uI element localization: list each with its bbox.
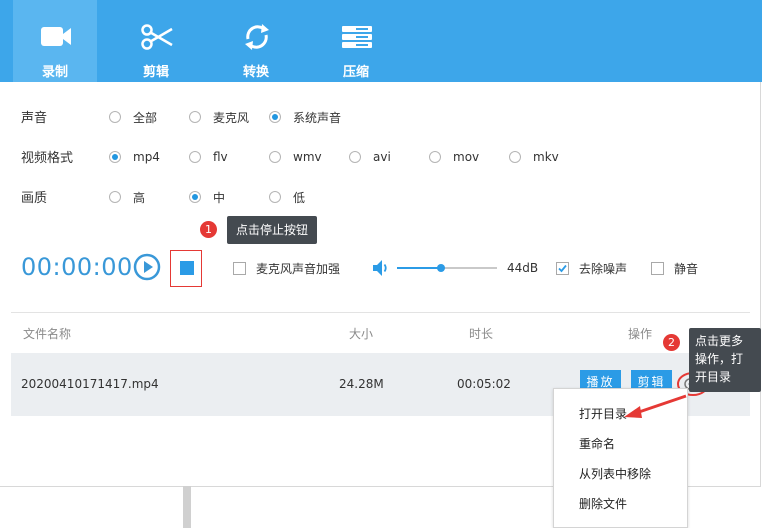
radio-circle-selected[interactable]	[189, 191, 201, 203]
more-tooltip-line: 开目录	[695, 370, 732, 384]
volume-slider-handle[interactable]	[437, 264, 445, 272]
mute-checkbox[interactable]: 静音	[651, 260, 698, 276]
speaker-icon[interactable]	[372, 259, 390, 277]
tab-edit-label: 剪辑	[142, 65, 169, 80]
denoise-checkbox[interactable]: 去除噪声	[556, 260, 627, 276]
checkbox-box-checked[interactable]	[556, 261, 569, 275]
scissors-icon	[141, 24, 173, 50]
menu-item-delete-file[interactable]: 删除文件	[579, 495, 627, 512]
column-header-size: 大小	[349, 327, 374, 341]
column-header-duration: 时长	[469, 327, 494, 341]
mute-label: 静音	[674, 261, 699, 276]
mic-boost-checkbox[interactable]: 麦克风声音加强	[233, 260, 340, 276]
sound-option-mic-label: 麦克风	[213, 110, 250, 125]
compress-icon	[342, 26, 372, 48]
format-option-avi[interactable]: avi	[349, 149, 391, 165]
menu-item-rename[interactable]: 重命名	[579, 435, 615, 452]
menu-item-remove-from-list[interactable]: 从列表中移除	[579, 465, 651, 482]
sound-option-mic[interactable]: 麦克风	[189, 109, 249, 125]
mic-boost-label: 麦克风声音加强	[256, 261, 341, 276]
format-option-label: wmv	[293, 150, 322, 164]
file-name: 20200410171417.mp4	[21, 377, 159, 391]
play-icon[interactable]	[133, 253, 161, 281]
quality-option-high[interactable]: 高	[109, 189, 145, 205]
quality-label: 画质	[21, 191, 48, 206]
radio-circle[interactable]	[349, 151, 361, 163]
file-size: 24.28M	[339, 377, 384, 391]
sound-option-all-label: 全部	[133, 110, 158, 125]
more-tooltip: 点击更多 操作，打 开目录	[689, 328, 761, 392]
tab-edit[interactable]: 剪辑	[114, 0, 198, 82]
format-option-mkv[interactable]: mkv	[509, 149, 559, 165]
radio-circle[interactable]	[189, 111, 201, 123]
tab-convert-label: 转换	[242, 65, 269, 80]
radio-circle[interactable]	[109, 191, 121, 203]
column-header-actions: 操作	[628, 327, 653, 341]
more-tooltip-line: 点击更多	[695, 334, 744, 348]
radio-circle[interactable]	[189, 151, 201, 163]
format-option-mov[interactable]: mov	[429, 149, 479, 165]
quality-option-medium[interactable]: 中	[189, 189, 225, 205]
tab-compress-label: 压缩	[342, 65, 369, 80]
step-badge-2: 2	[663, 334, 680, 351]
checkbox-box[interactable]	[651, 261, 664, 275]
sound-option-all[interactable]: 全部	[109, 109, 157, 125]
volume-slider-fill	[397, 267, 441, 269]
radio-circle[interactable]	[109, 111, 121, 123]
stop-tooltip-text: 点击停止按钮	[235, 223, 308, 237]
annotation-arrow-icon	[624, 394, 687, 418]
format-option-label: mp4	[133, 150, 160, 164]
radio-circle[interactable]	[269, 151, 281, 163]
quality-option-label: 高	[133, 190, 146, 205]
radio-circle-selected[interactable]	[109, 151, 121, 163]
column-header-name: 文件名称	[23, 327, 72, 341]
format-option-label: mov	[453, 150, 480, 164]
background-window-edge	[183, 486, 191, 528]
video-camera-icon	[41, 27, 71, 46]
sound-label: 声音	[21, 111, 48, 126]
denoise-label: 去除噪声	[579, 261, 628, 276]
convert-arrows-icon	[245, 24, 269, 50]
format-option-flv[interactable]: flv	[189, 149, 228, 165]
stop-icon[interactable]	[180, 261, 194, 275]
format-option-label: avi	[373, 150, 391, 164]
quality-option-label: 中	[213, 190, 226, 205]
more-tooltip-line: 操作，打	[695, 352, 744, 366]
tab-compress[interactable]: 压缩	[314, 0, 398, 82]
quality-option-label: 低	[293, 190, 306, 205]
format-option-wmv[interactable]: wmv	[269, 149, 322, 165]
top-toolbar: 录制 剪辑 转换 压缩	[0, 0, 762, 82]
radio-circle[interactable]	[269, 191, 281, 203]
tab-record[interactable]: 录制	[13, 0, 97, 82]
format-option-label: flv	[213, 150, 228, 164]
radio-circle[interactable]	[429, 151, 441, 163]
volume-value: 44dB	[507, 261, 539, 275]
format-label: 视频格式	[21, 151, 74, 166]
format-option-mp4[interactable]: mp4	[109, 149, 160, 165]
sound-option-system-label: 系统声音	[293, 110, 342, 125]
step-badge-1: 1	[200, 221, 217, 238]
file-duration: 00:05:02	[457, 377, 511, 391]
quality-option-low[interactable]: 低	[269, 189, 305, 205]
checkmark-icon	[558, 264, 567, 272]
checkbox-box[interactable]	[233, 261, 246, 275]
tab-convert[interactable]: 转换	[214, 0, 298, 82]
radio-circle-selected[interactable]	[269, 111, 281, 123]
recording-timer: 00:00:00	[21, 253, 133, 281]
volume-slider-track[interactable]	[397, 264, 497, 272]
radio-circle[interactable]	[509, 151, 521, 163]
tab-record-label: 录制	[41, 65, 68, 80]
stop-tooltip: 点击停止按钮	[227, 216, 317, 244]
divider	[11, 312, 750, 313]
format-option-label: mkv	[533, 150, 559, 164]
sound-option-system[interactable]: 系统声音	[269, 109, 341, 125]
